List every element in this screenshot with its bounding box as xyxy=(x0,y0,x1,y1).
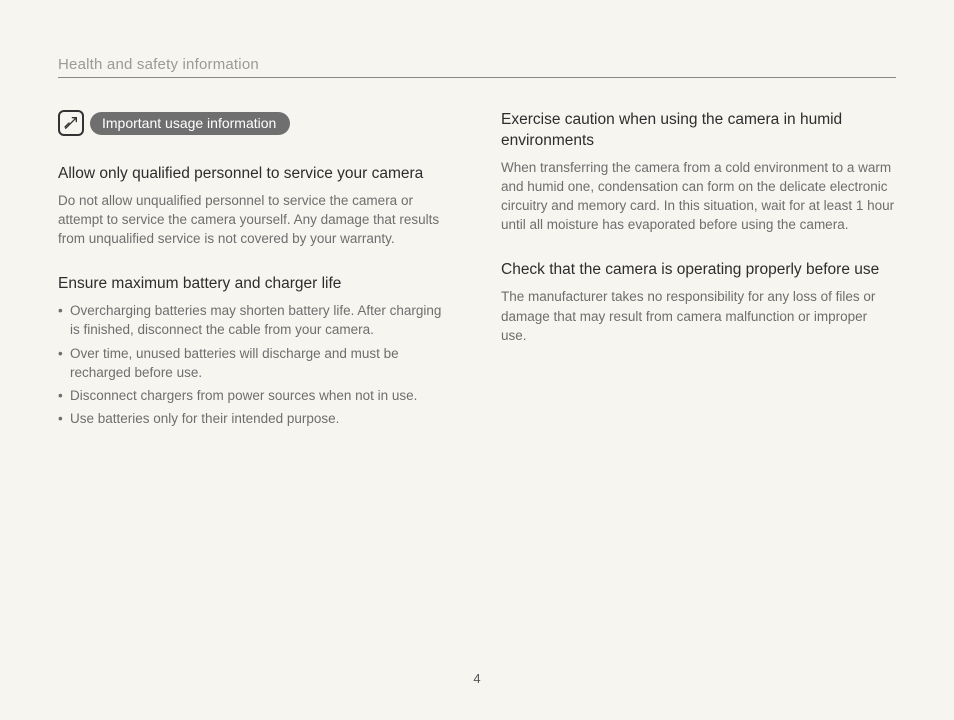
section-body: Do not allow unqualified personnel to se… xyxy=(58,191,453,248)
section-battery-life: Ensure maximum battery and charger life … xyxy=(58,274,453,428)
bullet-list: Overcharging batteries may shorten batte… xyxy=(58,301,453,428)
section-heading: Check that the camera is operating prope… xyxy=(501,260,896,281)
page-number: 4 xyxy=(0,671,954,686)
header-title: Health and safety information xyxy=(58,56,896,73)
section-check-operation: Check that the camera is operating prope… xyxy=(501,260,896,344)
list-item: Use batteries only for their intended pu… xyxy=(58,409,453,428)
content-columns: Important usage information Allow only q… xyxy=(58,110,896,454)
page: Health and safety information Important … xyxy=(0,0,954,454)
list-item: Over time, unused batteries will dischar… xyxy=(58,344,453,382)
section-pill: Important usage information xyxy=(90,112,290,135)
list-item: Overcharging batteries may shorten batte… xyxy=(58,301,453,339)
section-heading: Allow only qualified personnel to servic… xyxy=(58,164,453,185)
section-body: The manufacturer takes no responsibility… xyxy=(501,287,896,344)
page-header: Health and safety information xyxy=(58,56,896,78)
section-label-row: Important usage information xyxy=(58,110,453,136)
note-icon xyxy=(58,110,84,136)
section-humid-environments: Exercise caution when using the camera i… xyxy=(501,110,896,234)
section-qualified-personnel: Allow only qualified personnel to servic… xyxy=(58,164,453,248)
section-heading: Ensure maximum battery and charger life xyxy=(58,274,453,295)
list-item: Disconnect chargers from power sources w… xyxy=(58,386,453,405)
section-body: When transferring the camera from a cold… xyxy=(501,158,896,235)
left-column: Important usage information Allow only q… xyxy=(58,110,453,454)
right-column: Exercise caution when using the camera i… xyxy=(501,110,896,454)
section-heading: Exercise caution when using the camera i… xyxy=(501,110,896,152)
